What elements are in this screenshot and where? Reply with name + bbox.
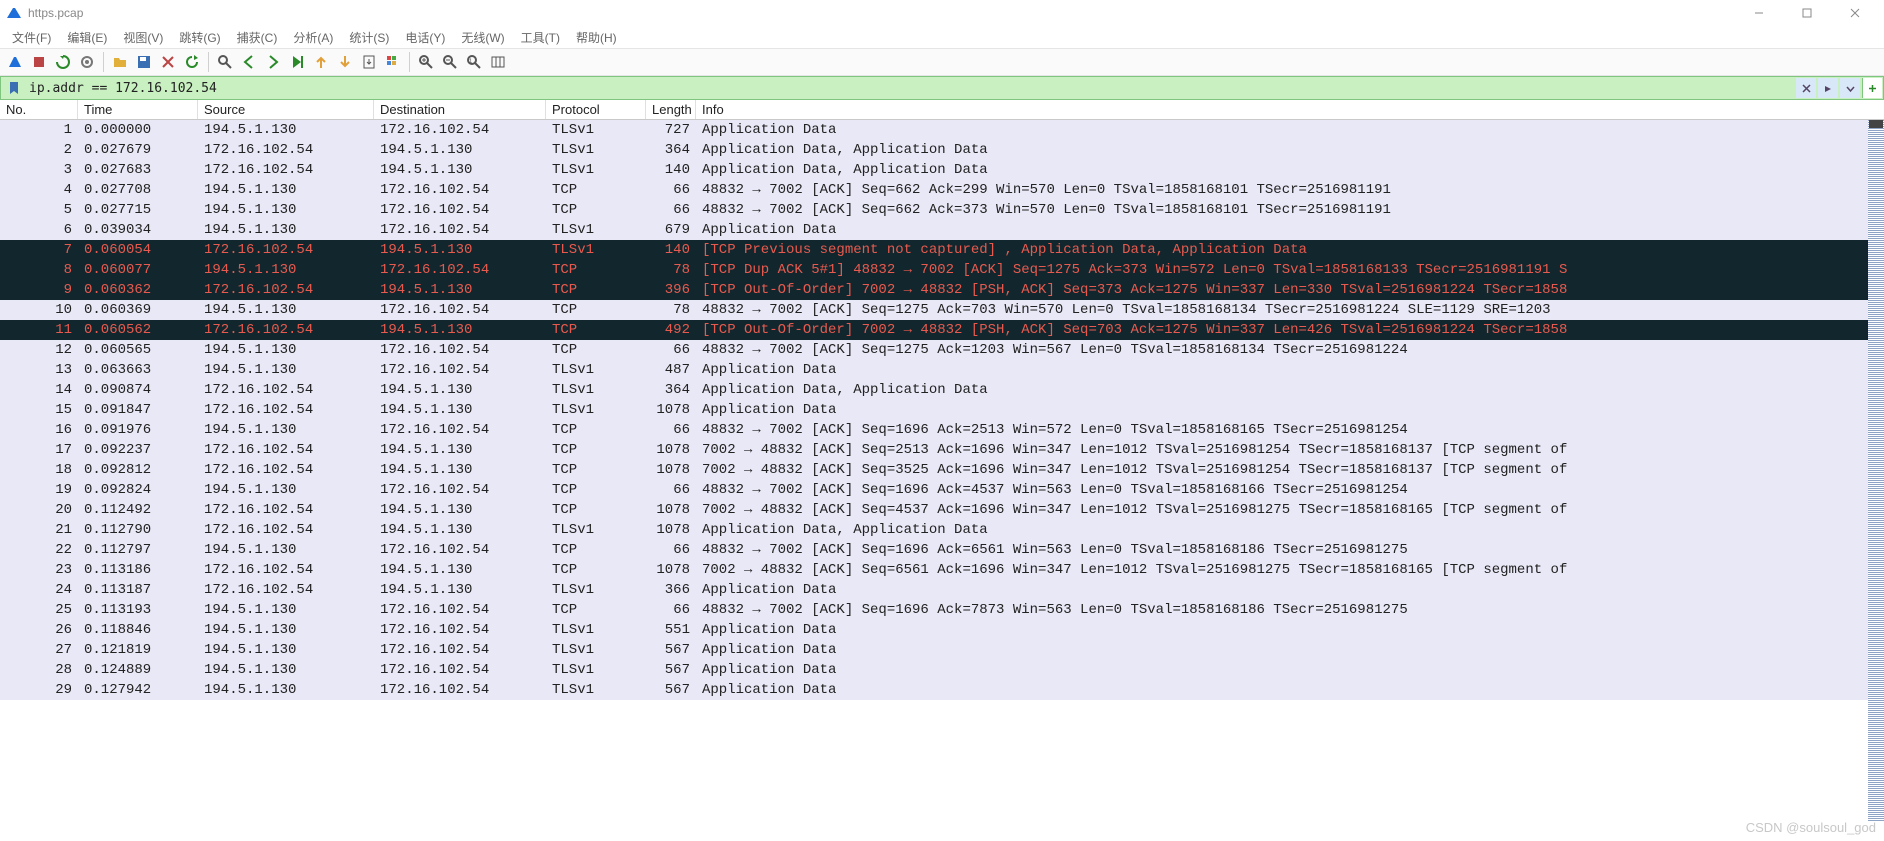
menu-analyze[interactable]: 分析(A) (285, 27, 341, 48)
zoom-in-button[interactable] (415, 51, 437, 73)
resize-columns-button[interactable] (487, 51, 509, 73)
menu-help[interactable]: 帮助(H) (568, 27, 625, 48)
packet-row[interactable]: 160.091976194.5.1.130172.16.102.54TCP664… (0, 420, 1884, 440)
menu-view[interactable]: 视图(V) (115, 27, 171, 48)
packet-row[interactable]: 210.112790172.16.102.54194.5.1.130TLSv11… (0, 520, 1884, 540)
packet-row[interactable]: 70.060054172.16.102.54194.5.1.130TLSv114… (0, 240, 1884, 260)
menu-telephony[interactable]: 电话(Y) (397, 27, 453, 48)
add-filter-button[interactable] (1862, 78, 1882, 98)
packet-row[interactable]: 150.091847172.16.102.54194.5.1.130TLSv11… (0, 400, 1884, 420)
reload-button[interactable] (181, 51, 203, 73)
menubar: 文件(F) 编辑(E) 视图(V) 跳转(G) 捕获(C) 分析(A) 统计(S… (0, 26, 1884, 48)
menu-go[interactable]: 跳转(G) (171, 27, 228, 48)
packet-row[interactable]: 50.027715194.5.1.130172.16.102.54TCP6648… (0, 200, 1884, 220)
packet-row[interactable]: 40.027708194.5.1.130172.16.102.54TCP6648… (0, 180, 1884, 200)
toolbar-separator (409, 52, 410, 72)
close-button[interactable] (1832, 2, 1878, 24)
packet-row[interactable]: 200.112492172.16.102.54194.5.1.130TCP107… (0, 500, 1884, 520)
col-header-protocol[interactable]: Protocol (546, 100, 646, 119)
zoom-reset-button[interactable]: 1 (463, 51, 485, 73)
packet-row[interactable]: 220.112797194.5.1.130172.16.102.54TCP664… (0, 540, 1884, 560)
last-packet-button[interactable] (334, 51, 356, 73)
packet-row[interactable]: 190.092824194.5.1.130172.16.102.54TCP664… (0, 480, 1884, 500)
find-button[interactable] (214, 51, 236, 73)
packet-row[interactable]: 90.060362172.16.102.54194.5.1.130TCP396[… (0, 280, 1884, 300)
packet-row[interactable]: 230.113186172.16.102.54194.5.1.130TCP107… (0, 560, 1884, 580)
packet-row[interactable]: 120.060565194.5.1.130172.16.102.54TCP664… (0, 340, 1884, 360)
scroll-thumb[interactable] (1869, 120, 1883, 128)
stop-capture-button[interactable] (28, 51, 50, 73)
first-packet-button[interactable] (310, 51, 332, 73)
bookmark-icon[interactable] (5, 79, 23, 97)
menu-file[interactable]: 文件(F) (4, 27, 59, 48)
colorize-button[interactable] (382, 51, 404, 73)
toolbar-separator (208, 52, 209, 72)
col-header-destination[interactable]: Destination (374, 100, 546, 119)
menu-tools[interactable]: 工具(T) (513, 27, 568, 48)
packet-row[interactable]: 110.060562172.16.102.54194.5.1.130TCP492… (0, 320, 1884, 340)
minimize-button[interactable] (1736, 2, 1782, 24)
packet-row[interactable]: 20.027679172.16.102.54194.5.1.130TLSv136… (0, 140, 1884, 160)
capture-options-button[interactable] (76, 51, 98, 73)
open-file-button[interactable] (109, 51, 131, 73)
packet-row[interactable]: 180.092812172.16.102.54194.5.1.130TCP107… (0, 460, 1884, 480)
packet-row[interactable]: 80.060077194.5.1.130172.16.102.54TCP78[T… (0, 260, 1884, 280)
packet-row[interactable]: 250.113193194.5.1.130172.16.102.54TCP664… (0, 600, 1884, 620)
autoscroll-button[interactable] (358, 51, 380, 73)
close-file-button[interactable] (157, 51, 179, 73)
packet-row[interactable]: 280.124889194.5.1.130172.16.102.54TLSv15… (0, 660, 1884, 680)
col-header-no[interactable]: No. (0, 100, 78, 119)
packet-row[interactable]: 260.118846194.5.1.130172.16.102.54TLSv15… (0, 620, 1884, 640)
packet-row[interactable]: 270.121819194.5.1.130172.16.102.54TLSv15… (0, 640, 1884, 660)
col-header-info[interactable]: Info (696, 100, 1884, 119)
maximize-button[interactable] (1784, 2, 1830, 24)
menu-edit[interactable]: 编辑(E) (59, 27, 115, 48)
clear-filter-button[interactable] (1796, 78, 1816, 98)
save-file-button[interactable] (133, 51, 155, 73)
next-packet-button[interactable] (262, 51, 284, 73)
packet-row[interactable]: 60.039034194.5.1.130172.16.102.54TLSv167… (0, 220, 1884, 240)
menu-wireless[interactable]: 无线(W) (453, 27, 512, 48)
scroll-map[interactable] (1868, 120, 1884, 821)
watermark: CSDN @soulsoul_god (1746, 820, 1876, 835)
toolbar: 1 (0, 48, 1884, 76)
packet-row[interactable]: 30.027683172.16.102.54194.5.1.130TLSv114… (0, 160, 1884, 180)
col-header-time[interactable]: Time (78, 100, 198, 119)
start-capture-button[interactable] (4, 51, 26, 73)
zoom-out-button[interactable] (439, 51, 461, 73)
packet-row[interactable]: 240.113187172.16.102.54194.5.1.130TLSv13… (0, 580, 1884, 600)
packet-list-header: No. Time Source Destination Protocol Len… (0, 100, 1884, 120)
display-filter-input[interactable] (27, 78, 1795, 98)
col-header-length[interactable]: Length (646, 100, 696, 119)
restart-capture-button[interactable] (52, 51, 74, 73)
col-header-source[interactable]: Source (198, 100, 374, 119)
menu-capture[interactable]: 捕获(C) (229, 27, 286, 48)
filter-history-button[interactable] (1840, 78, 1860, 98)
packet-list[interactable]: 10.000000194.5.1.130172.16.102.54TLSv172… (0, 120, 1884, 700)
window-title: https.pcap (28, 6, 1736, 20)
packet-row[interactable]: 130.063663194.5.1.130172.16.102.54TLSv14… (0, 360, 1884, 380)
toolbar-separator (103, 52, 104, 72)
packet-row[interactable]: 290.127942194.5.1.130172.16.102.54TLSv15… (0, 680, 1884, 700)
prev-packet-button[interactable] (238, 51, 260, 73)
app-icon (6, 5, 22, 21)
packet-row[interactable]: 170.092237172.16.102.54194.5.1.130TCP107… (0, 440, 1884, 460)
packet-row[interactable]: 10.000000194.5.1.130172.16.102.54TLSv172… (0, 120, 1884, 140)
goto-packet-button[interactable] (286, 51, 308, 73)
packet-row[interactable]: 140.090874172.16.102.54194.5.1.130TLSv13… (0, 380, 1884, 400)
apply-filter-button[interactable] (1818, 78, 1838, 98)
packet-row[interactable]: 100.060369194.5.1.130172.16.102.54TCP784… (0, 300, 1884, 320)
filter-bar (0, 76, 1884, 100)
menu-statistics[interactable]: 统计(S) (341, 27, 397, 48)
titlebar: https.pcap (0, 0, 1884, 26)
